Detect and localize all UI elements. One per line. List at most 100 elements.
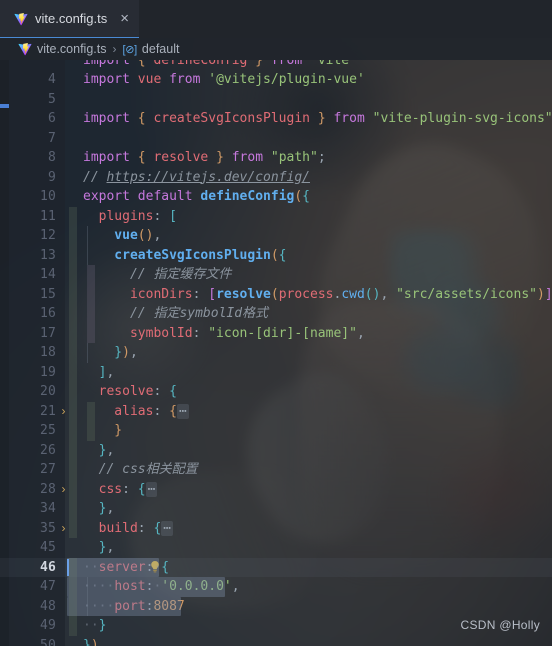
tab-title: vite.config.ts <box>35 11 108 26</box>
line-number: 26 <box>39 442 56 458</box>
line-content: symbolId: "icon-[dir]-[name]", <box>65 323 552 343</box>
line-content: plugins: [ <box>65 206 552 226</box>
editor-tab-bar: vite.config.ts × <box>0 0 552 38</box>
line-content: import vue from '@vitejs/plugin-vue' <box>83 72 365 87</box>
line-content: import { resolve } from "path"; <box>83 150 326 165</box>
code-line: 11 plugins: [ <box>0 206 552 226</box>
line-content: }, <box>65 499 552 519</box>
line-number: 50 <box>39 637 56 646</box>
code-line: 17 symbolId: "icon-[dir]-[name]", <box>0 323 552 343</box>
code-line: 50 }) <box>0 636 552 646</box>
line-number: 5 <box>47 91 56 107</box>
code-line: 15 iconDirs: [resolve(process.cwd(), "sr… <box>0 284 552 304</box>
line-number: 19 <box>39 364 56 380</box>
line-content: vue(), <box>65 226 552 246</box>
code-line: 16 // 指定symbolId格式 <box>0 304 552 324</box>
line-number: 46 <box>39 559 56 575</box>
code-line: 35 › build: {⋯ <box>0 518 552 538</box>
line-number: 11 <box>39 208 56 224</box>
line-number: 13 <box>39 247 56 263</box>
line-number: 7 <box>47 130 56 146</box>
line-content: import { defineConfig } from "vite" <box>83 60 357 68</box>
line-number: 34 <box>39 501 56 516</box>
line-number: 8 <box>47 150 56 165</box>
code-line: 20 resolve: { <box>0 382 552 402</box>
line-content: css: {⋯ <box>65 479 552 499</box>
code-line: 34 }, <box>0 499 552 519</box>
line-content: alias: {⋯ <box>65 401 552 421</box>
line-content: }) <box>83 637 99 646</box>
breadcrumb-file[interactable]: vite.config.ts <box>18 42 106 56</box>
code-line: 21 › alias: {⋯ <box>0 401 552 421</box>
line-number: 18 <box>39 345 56 360</box>
line-content: ····host:·'0.0.0.0', <box>65 577 552 597</box>
line-content: }, <box>83 540 115 555</box>
code-line: 27 // css相关配置 <box>0 460 552 480</box>
code-line: 48 ····port:8087 <box>0 596 552 616</box>
line-number: 14 <box>39 267 56 282</box>
code-line: 9 // https://vitejs.dev/config/ <box>0 168 552 188</box>
line-content: // https://vitejs.dev/config/ <box>83 169 310 185</box>
tab-bar-empty-area <box>139 0 552 38</box>
line-content: // css相关配置 <box>65 460 552 480</box>
symbol-variable-icon: [⊘] <box>122 43 137 56</box>
line-number: 27 <box>39 462 56 477</box>
breadcrumb: vite.config.ts › [⊘] default <box>0 38 552 60</box>
code-line: 19 ], <box>0 362 552 382</box>
line-number: 17 <box>39 325 56 341</box>
code-line: 28 › css: {⋯ <box>0 479 552 499</box>
line-content: // 指定symbolId格式 <box>65 304 552 324</box>
watermark: CSDN @Holly <box>460 618 540 632</box>
code-line: 4 import vue from '@vitejs/plugin-vue' <box>0 70 552 90</box>
line-number: 4 <box>47 72 56 87</box>
line-content: createSvgIconsPlugin({ <box>65 245 552 265</box>
vscode-window: vite.config.ts × vite.config.ts › [⊘] de… <box>0 0 552 646</box>
line-number: 45 <box>39 540 56 555</box>
line-content: resolve: { <box>65 382 552 402</box>
code-line: 7 <box>0 129 552 149</box>
code-line: 18 }), <box>0 343 552 363</box>
line-content: // 指定缓存文件 <box>65 265 552 285</box>
line-content: iconDirs: [resolve(process.cwd(), "src/a… <box>65 284 552 304</box>
line-number: 49 <box>39 618 56 633</box>
line-content: import { createSvgIconsPlugin } from "vi… <box>83 111 552 126</box>
code-line: 5 <box>0 90 552 110</box>
vite-logo-icon <box>14 12 28 26</box>
line-content: } <box>65 421 552 441</box>
line-content: build: {⋯ <box>65 518 552 538</box>
breadcrumb-file-label: vite.config.ts <box>37 42 107 56</box>
line-number: 6 <box>47 111 56 126</box>
code-line: 47 ····host:·'0.0.0.0', <box>0 577 552 597</box>
code-lines: 3 import { defineConfig } from "vite" 4 … <box>0 60 552 646</box>
line-number: 47 <box>39 579 56 594</box>
line-content: export default defineConfig({ <box>83 189 310 204</box>
line-content: }), <box>65 343 552 363</box>
chevron-right-icon: › <box>112 42 117 56</box>
line-content: ], <box>65 362 552 382</box>
code-line: 6 import { createSvgIconsPlugin } from "… <box>0 109 552 129</box>
close-icon[interactable]: × <box>120 11 129 26</box>
code-line: 26 }, <box>0 440 552 460</box>
breadcrumb-symbol[interactable]: [⊘] default <box>122 42 179 56</box>
code-line: 10 export default defineConfig({ <box>0 187 552 207</box>
code-line: 3 import { defineConfig } from "vite" <box>0 60 552 70</box>
line-number: 16 <box>39 306 56 321</box>
code-line: 45 }, <box>0 538 552 573</box>
code-line: 14 // 指定缓存文件 <box>0 265 552 285</box>
line-content: }, <box>65 440 552 460</box>
code-editor[interactable]: 3 import { defineConfig } from "vite" 4 … <box>0 60 552 646</box>
line-number: 10 <box>39 189 56 204</box>
tab-vite-config-ts[interactable]: vite.config.ts × <box>0 0 140 38</box>
code-line: 12 vue(), <box>0 226 552 246</box>
breadcrumb-symbol-label: default <box>141 42 180 56</box>
line-number: 25 <box>39 423 56 438</box>
line-number: 12 <box>39 228 56 243</box>
line-content: ····port:8087 <box>65 596 552 616</box>
line-number: 9 <box>47 169 56 185</box>
line-content: ··server:·{ <box>65 557 552 577</box>
code-line: 8 import { resolve } from "path"; <box>0 148 552 168</box>
line-number: 20 <box>39 384 56 399</box>
line-number: 48 <box>39 598 56 614</box>
vite-logo-icon <box>18 42 32 56</box>
code-line: 25 } <box>0 421 552 441</box>
